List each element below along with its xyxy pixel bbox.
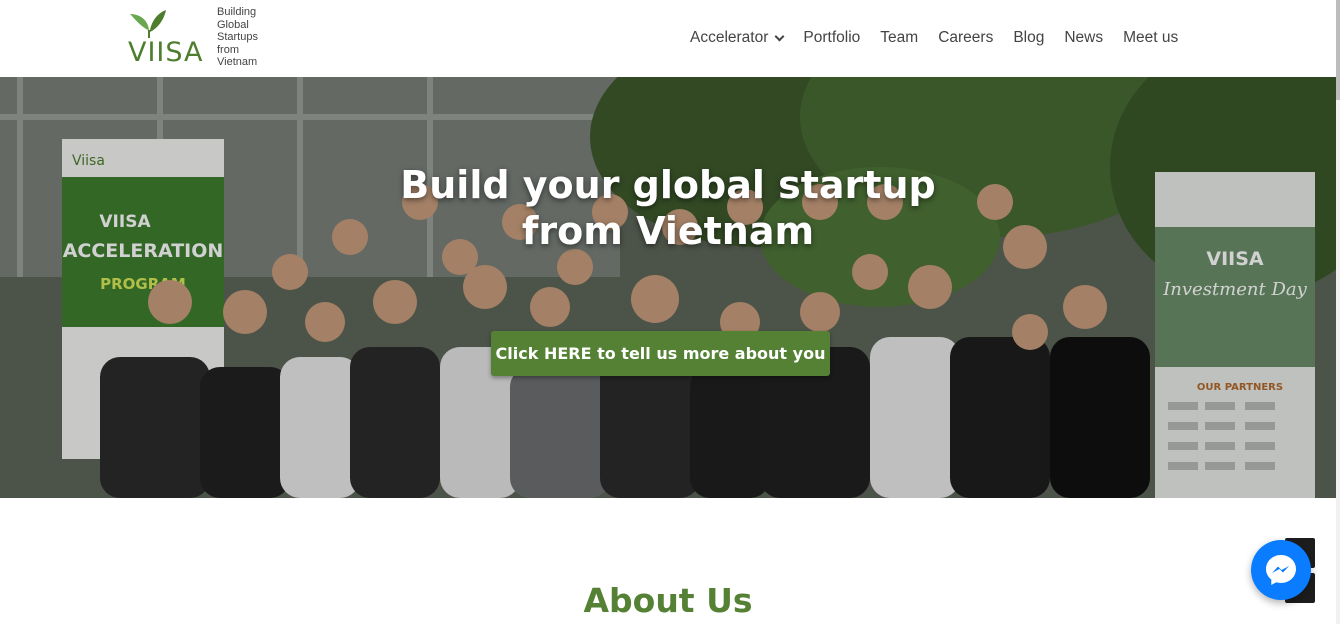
tagline-line: Building xyxy=(217,6,257,18)
scrollbar-thumb[interactable] xyxy=(1336,0,1340,100)
viisa-logo[interactable]: VIISA xyxy=(128,8,208,68)
nav-item-news[interactable]: News xyxy=(1064,29,1103,47)
site-header: VIISA Building Global Startups from Viet… xyxy=(0,0,1336,77)
tagline-line: Global xyxy=(217,18,249,31)
main-nav: Accelerator Portfolio Team Careers Blog … xyxy=(690,27,1178,49)
about-us-heading: About Us xyxy=(583,581,753,620)
nav-item-label: Accelerator xyxy=(690,29,769,46)
hero-title-line: Build your global startup xyxy=(400,163,936,207)
hero-overlay xyxy=(0,77,1336,498)
nav-item-meet-us[interactable]: Meet us xyxy=(1123,29,1178,47)
nav-item-portfolio[interactable]: Portfolio xyxy=(803,29,860,47)
hero-section: Viisa VIISA ACCELERATION PROGRAM VIISA I… xyxy=(0,77,1336,498)
hero-title: Build your global startup from Vietnam xyxy=(0,162,1336,254)
tagline-line: Startups xyxy=(217,31,258,43)
messenger-icon xyxy=(1266,555,1296,585)
logo-wordmark: VIISA xyxy=(128,37,204,68)
nav-item-team[interactable]: Team xyxy=(880,29,918,47)
nav-item-blog[interactable]: Blog xyxy=(1013,29,1044,47)
nav-item-careers[interactable]: Careers xyxy=(938,29,993,47)
brand-tagline: Building Global Startups from Vietnam xyxy=(217,6,258,69)
tagline-line: from xyxy=(217,43,239,56)
cta-button[interactable]: Click HERE to tell us more about you xyxy=(491,331,830,376)
hero-title-line: from Vietnam xyxy=(521,209,815,253)
nav-item-accelerator[interactable]: Accelerator xyxy=(690,29,785,47)
page-scrollbar[interactable] xyxy=(1336,0,1340,624)
messenger-chat-button[interactable] xyxy=(1251,540,1311,600)
tagline-line: Vietnam xyxy=(217,56,258,68)
chevron-down-icon xyxy=(774,31,785,41)
